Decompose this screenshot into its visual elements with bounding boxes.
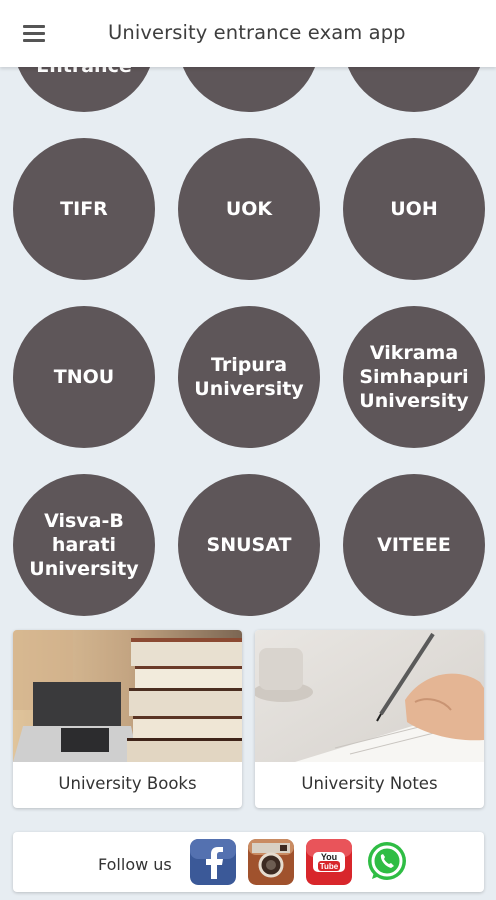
exam-circle-label: UOH — [390, 198, 438, 220]
follow-us-bar: Follow us You Tube — [13, 832, 484, 892]
instagram-icon[interactable] — [248, 839, 294, 885]
university-books-card[interactable]: University Books — [13, 630, 242, 808]
hamburger-menu-icon[interactable] — [14, 19, 54, 49]
youtube-logo-text: You — [321, 852, 337, 862]
university-books-label: University Books — [58, 774, 197, 793]
exam-circle-label: SNUSAT — [206, 534, 292, 556]
exam-circle-uoh[interactable]: UOH — [343, 138, 485, 280]
exam-circle-uok[interactable]: UOK — [178, 138, 320, 280]
university-notes-card[interactable]: University Notes — [255, 630, 484, 808]
university-notes-label: University Notes — [301, 774, 438, 793]
exam-circle-label: TIFR — [60, 198, 108, 220]
exam-circle-label: TNOU — [53, 366, 115, 388]
exam-circle-label: UOK — [225, 198, 273, 220]
exam-circle-viteee[interactable]: VITEEE — [343, 474, 485, 616]
app-bar: University entrance exam app — [0, 0, 496, 67]
youtube-icon[interactable]: You Tube — [306, 839, 352, 885]
whatsapp-icon[interactable] — [364, 839, 410, 885]
app-title: University entrance exam app — [108, 21, 406, 44]
exam-circle-visva-bharati-university[interactable]: Visva-B harati University — [13, 474, 155, 616]
exam-circle-label: Visva-B harati University — [29, 510, 139, 580]
exam-circle-tnou[interactable]: TNOU — [13, 306, 155, 448]
exam-circle-label: Tripura University — [194, 354, 304, 400]
exam-circle-snusat[interactable]: SNUSAT — [178, 474, 320, 616]
exam-circle-tifr[interactable]: TIFR — [13, 138, 155, 280]
exam-circle-label: Vikrama Simhapuri University — [359, 342, 469, 412]
notes-writing-image — [255, 630, 484, 762]
facebook-icon[interactable] — [190, 839, 236, 885]
youtube-logo-text: Tube — [320, 862, 339, 871]
follow-us-label: Follow us — [98, 855, 172, 874]
exam-circle-vikrama-simhapuri-university[interactable]: Vikrama Simhapuri University — [343, 306, 485, 448]
exam-circle-label: VITEEE — [377, 534, 451, 556]
books-laptop-image — [13, 630, 242, 762]
exam-circle-tripura-university[interactable]: Tripura University — [178, 306, 320, 448]
